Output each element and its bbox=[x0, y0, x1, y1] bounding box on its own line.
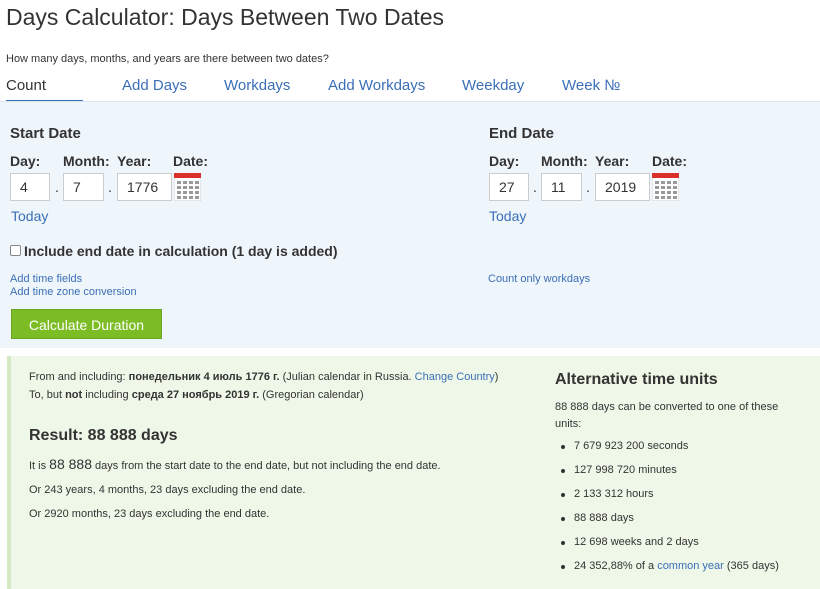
common-year-prefix: 24 352,88% of a bbox=[574, 560, 658, 572]
start-month-input[interactable]: 7 bbox=[63, 173, 104, 201]
result-heading: Result: 88 888 days bbox=[29, 427, 178, 444]
to-prefix: To, but bbox=[29, 389, 66, 401]
line1-suffix: days from the start date to the end date… bbox=[92, 460, 441, 472]
common-year-suffix: (365 days) bbox=[723, 560, 779, 572]
separator: . bbox=[108, 179, 112, 195]
result-line-days: It is 88 888 days from the start date to… bbox=[29, 456, 441, 472]
alternative-heading: Alternative time units bbox=[555, 371, 718, 388]
end-date-heading: End Date bbox=[489, 125, 555, 142]
from-close: ) bbox=[494, 371, 499, 383]
result-panel: From and including: понедельник 4 июль 1… bbox=[7, 356, 820, 589]
line1-prefix: It is bbox=[29, 460, 50, 472]
count-workdays-link[interactable]: Count only workdays bbox=[488, 273, 590, 285]
to-suffix: (Gregorian calendar) bbox=[259, 389, 364, 401]
to-date: среда 27 ноябрь 2019 г. bbox=[131, 389, 260, 401]
start-date-heading: Start Date bbox=[10, 125, 81, 142]
tab-weekday[interactable]: Weekday bbox=[462, 74, 524, 103]
list-item: 127 998 720 minutes bbox=[561, 464, 677, 476]
result-line-months: Or 2920 months, 23 days excluding the en… bbox=[29, 508, 270, 520]
alternative-intro: 88 888 days can be converted to one of t… bbox=[555, 401, 779, 430]
separator: . bbox=[55, 179, 59, 195]
start-year-label: Year: bbox=[117, 153, 152, 169]
add-time-fields-link[interactable]: Add time fields bbox=[10, 273, 82, 285]
tab-add-workdays[interactable]: Add Workdays bbox=[328, 74, 425, 103]
add-time-zone-link[interactable]: Add time zone conversion bbox=[10, 286, 137, 298]
start-year-input[interactable]: 1776 bbox=[117, 173, 172, 201]
page-subtitle: How many days, months, and years are the… bbox=[6, 53, 329, 65]
calculate-duration-button[interactable]: Calculate Duration bbox=[11, 309, 162, 339]
end-month-input[interactable]: 11 bbox=[541, 173, 582, 201]
start-day-input[interactable]: 4 bbox=[10, 173, 50, 201]
to-mid: including bbox=[82, 389, 132, 401]
from-date: понедельник 4 июль 1776 г. bbox=[128, 371, 280, 383]
separator: . bbox=[586, 179, 590, 195]
start-day-label: Day: bbox=[10, 153, 41, 169]
tab-add-days[interactable]: Add Days bbox=[122, 74, 187, 103]
end-today-link[interactable]: Today bbox=[489, 208, 526, 224]
end-month-label: Month: bbox=[541, 153, 588, 169]
end-year-label: Year: bbox=[595, 153, 630, 169]
from-prefix: From and including: bbox=[29, 371, 129, 383]
start-today-link[interactable]: Today bbox=[11, 208, 48, 224]
calendar-icon[interactable] bbox=[652, 173, 679, 201]
page-title: Days Calculator: Days Between Two Dates bbox=[6, 4, 445, 30]
start-month-label: Month: bbox=[63, 153, 110, 169]
common-year-link[interactable]: common year bbox=[657, 560, 724, 572]
result-line-years: Or 243 years, 4 months, 23 days excludin… bbox=[29, 484, 306, 496]
tab-workdays[interactable]: Workdays bbox=[224, 74, 290, 103]
tab-bar: Count Days Add Days Workdays Add Workday… bbox=[0, 74, 820, 118]
list-item: 7 679 923 200 seconds bbox=[560, 440, 689, 452]
end-day-label: Day: bbox=[489, 153, 520, 169]
include-end-label: Include end date in calculation (1 day i… bbox=[24, 243, 338, 259]
list-item: 12 698 weeks and 2 days bbox=[561, 536, 699, 548]
change-country-link[interactable]: Change Country bbox=[415, 371, 495, 383]
start-date-label: Date: bbox=[173, 153, 209, 169]
from-line: From and including: понедельник 4 июль 1… bbox=[29, 371, 498, 383]
list-item: 24 352,88% of a common year (365 days) bbox=[561, 560, 779, 572]
end-day-input[interactable]: 27 bbox=[489, 173, 529, 201]
end-date-label: Date: bbox=[652, 153, 688, 169]
separator: . bbox=[533, 179, 537, 195]
to-not: not bbox=[65, 389, 83, 401]
line1-value: 88 888 bbox=[49, 456, 92, 472]
list-item: 88 888 days bbox=[561, 512, 634, 524]
calendar-icon[interactable] bbox=[174, 173, 201, 201]
to-line: To, but not including среда 27 ноябрь 20… bbox=[29, 389, 364, 401]
tab-count-days[interactable]: Count Days bbox=[6, 74, 83, 118]
end-year-input[interactable]: 2019 bbox=[595, 173, 650, 201]
list-item: 2 133 312 hours bbox=[561, 488, 654, 500]
from-suffix: (Julian calendar in Russia. bbox=[279, 371, 415, 383]
include-end-checkbox[interactable] bbox=[10, 245, 21, 256]
tab-week-number[interactable]: Week № bbox=[562, 74, 620, 103]
